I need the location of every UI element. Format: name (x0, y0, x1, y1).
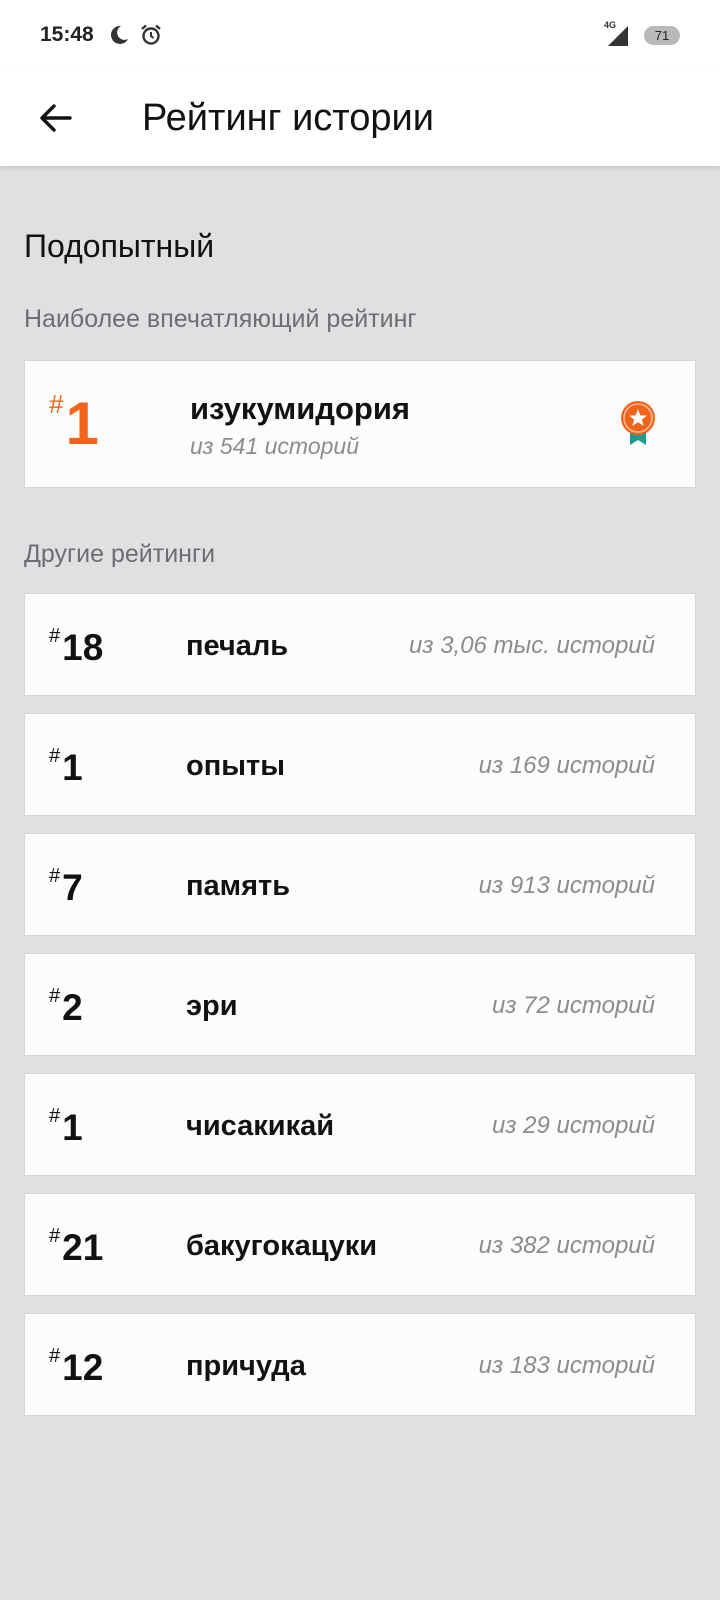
rank-number: 18 (62, 627, 104, 668)
battery-icon: 71 (644, 25, 680, 45)
rank: # 7 (49, 866, 83, 910)
alarm-icon (140, 24, 162, 46)
page-title: Рейтинг истории (142, 96, 434, 139)
rank-hash: # (49, 1225, 61, 1247)
network-type: 4G (604, 20, 617, 30)
arrow-left-icon (40, 104, 72, 132)
ranking-card[interactable]: # 7 память из 913 историй (24, 833, 696, 936)
rank: # 1 (49, 746, 83, 790)
other-rankings-label: Другие рейтинги (24, 540, 216, 568)
battery-level: 71 (654, 27, 670, 43)
rank-number: 1 (62, 1107, 83, 1148)
ranking-tag: печаль (186, 630, 289, 662)
rank-number: 1 (65, 390, 99, 457)
rank-number: 1 (62, 747, 83, 788)
story-count: из 913 историй (478, 872, 655, 899)
ranking-tag: бакугокацуки (186, 1230, 378, 1262)
back-button[interactable] (26, 88, 86, 148)
ranking-tag: эри (186, 990, 238, 1022)
signal-icon: 4G (604, 20, 630, 46)
ranking-tag: опыты (186, 750, 285, 782)
rank-hash: # (49, 389, 64, 419)
story-count: из 29 историй (492, 1112, 655, 1139)
award-medal-icon (621, 401, 655, 445)
rank: # 1 (49, 1106, 83, 1150)
best-story-count: из 541 историй (190, 433, 359, 459)
ranking-card[interactable]: # 2 эри из 72 историй (24, 953, 696, 1056)
rank: # 18 (49, 626, 103, 670)
story-title: Подопытный (24, 228, 215, 264)
story-count: из 382 историй (478, 1232, 655, 1259)
rank-hash: # (49, 1345, 61, 1367)
rank-number: 2 (62, 987, 83, 1028)
rank: # 2 (49, 986, 83, 1030)
rank-hash: # (49, 745, 61, 767)
status-bar: 15:48 4G 71 (0, 0, 720, 70)
ranking-tag: причуда (186, 1350, 306, 1382)
story-count: из 183 историй (478, 1352, 655, 1379)
ranking-tag: память (186, 870, 291, 902)
story-count: из 169 историй (478, 752, 655, 779)
ranking-card[interactable]: # 1 опыты из 169 историй (24, 713, 696, 816)
rank-number: 7 (62, 867, 83, 908)
app-bar: Рейтинг истории (0, 70, 720, 166)
rank-hash: # (49, 1105, 61, 1127)
rank-hash: # (49, 865, 61, 887)
ranking-card[interactable]: # 1 чисакикай из 29 историй (24, 1073, 696, 1176)
story-count: из 72 историй (492, 992, 655, 1019)
moon-icon (108, 24, 130, 46)
rank-hash: # (49, 625, 61, 647)
rank: # 12 (49, 1346, 103, 1390)
story-count: из 3,06 тыс. историй (409, 632, 655, 659)
ranking-tag: чисакикай (186, 1110, 335, 1142)
rank-hash: # (49, 985, 61, 1007)
rank-number: 12 (62, 1347, 104, 1388)
rank-number: 21 (62, 1227, 104, 1268)
best-rank: # 1 (49, 391, 99, 457)
rank: # 21 (49, 1226, 103, 1270)
ranking-card[interactable]: # 21 бакугокацуки из 382 историй (24, 1193, 696, 1296)
ranking-card[interactable]: # 12 причуда из 183 историй (24, 1313, 696, 1416)
best-ranking-label: Наиболее впечатляющий рейтинг (24, 305, 417, 333)
best-tag: изукумидория (190, 391, 410, 426)
best-ranking-card[interactable]: # 1 изукумидория из 541 историй (24, 360, 696, 488)
ranking-card[interactable]: # 18 печаль из 3,06 тыс. историй (24, 593, 696, 696)
content: Подопытный Наиболее впечатляющий рейтинг… (24, 166, 696, 1416)
status-time: 15:48 (40, 23, 94, 46)
